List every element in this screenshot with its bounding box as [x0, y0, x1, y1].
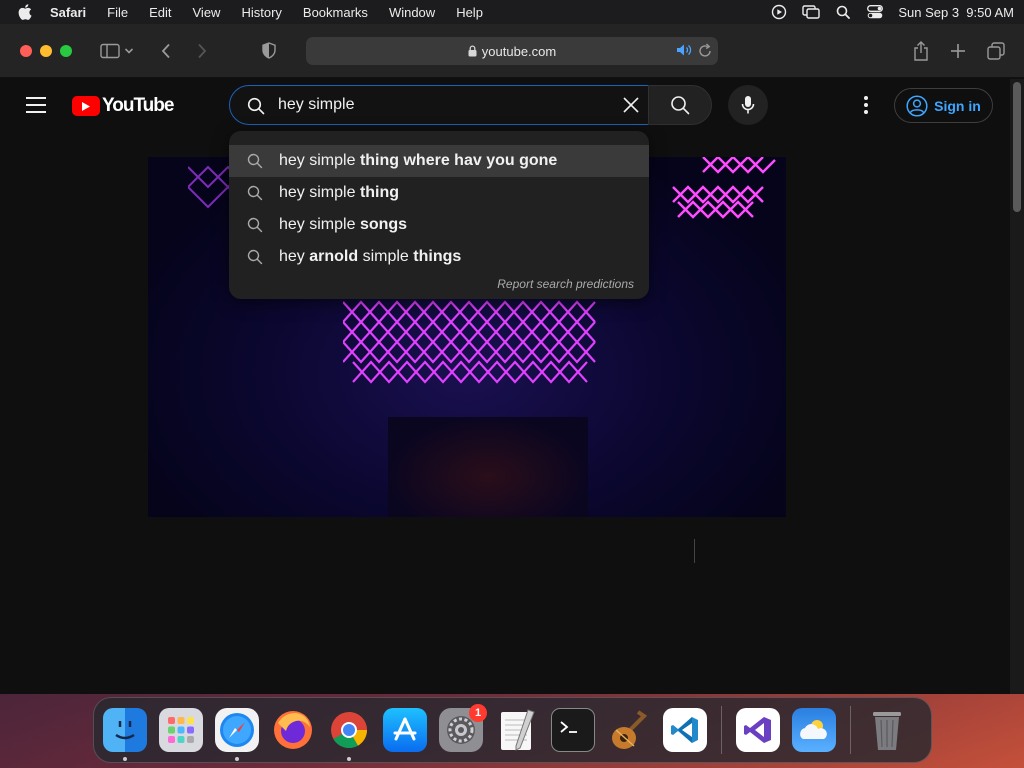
suggestion-item[interactable]: hey simple thing where hav you gone	[229, 145, 649, 177]
suggestion-prefix: hey simple	[279, 152, 356, 169]
dock-weather-icon[interactable]	[792, 708, 836, 752]
suggestion-middle: simple	[362, 248, 409, 265]
voice-search-button[interactable]	[728, 85, 768, 125]
new-tab-plus-icon[interactable]	[946, 39, 970, 63]
dock-trash-icon[interactable]	[865, 708, 909, 752]
menu-help[interactable]: Help	[456, 5, 483, 20]
window-controls	[20, 44, 72, 57]
menu-file[interactable]: File	[107, 5, 128, 20]
suggestion-item[interactable]: hey arnold simple things	[229, 241, 649, 273]
notification-badge: 1	[469, 704, 487, 722]
account-circle-icon	[906, 94, 928, 117]
search-button[interactable]	[648, 85, 712, 125]
suggestion-completion-rest: you gone	[486, 152, 558, 169]
suggestion-completion: arnold	[309, 248, 359, 265]
suggestion-completion: songs	[359, 216, 408, 233]
microphone-icon	[741, 95, 755, 115]
dock: 1	[93, 697, 932, 763]
dock-visual-studio-icon[interactable]	[736, 708, 780, 752]
suggestion-completion: thing	[359, 184, 400, 201]
forward-arrow-icon[interactable]	[190, 39, 214, 63]
suggestion-completion-end: things	[413, 248, 462, 265]
youtube-page: YouTube Sign in	[0, 79, 1010, 694]
share-icon[interactable]	[909, 39, 933, 63]
dock-terminal-icon[interactable]	[551, 708, 595, 752]
search-icon	[247, 217, 263, 233]
dock-safari-icon[interactable]	[215, 708, 259, 761]
chevron-down-icon[interactable]	[122, 39, 136, 63]
video-frame-floor	[388, 417, 588, 517]
minimize-window-button[interactable]	[40, 44, 52, 57]
menu-view[interactable]: View	[193, 5, 221, 20]
dock-textedit-icon[interactable]	[495, 708, 539, 752]
search-suggestions-dropdown: hey simple thing where hav you gone hey …	[229, 131, 649, 299]
menu-window[interactable]: Window	[389, 5, 435, 20]
search-icon	[247, 97, 265, 115]
hamburger-menu-icon[interactable]	[26, 97, 46, 113]
menu-app-safari[interactable]: Safari	[50, 5, 86, 20]
address-bar-url: youtube.com	[481, 43, 557, 59]
youtube-play-logo-icon	[72, 96, 100, 116]
more-options-icon[interactable]	[856, 94, 876, 116]
menu-edit[interactable]: Edit	[149, 5, 171, 20]
text-caret	[694, 539, 695, 563]
video-frame-neon-lattice	[343, 300, 596, 384]
sidebar-toggle-icon[interactable]	[98, 39, 122, 63]
dock-running-indicator	[347, 757, 351, 761]
apple-logo-icon[interactable]	[18, 4, 32, 20]
suggestion-item[interactable]: hey simple songs	[229, 209, 649, 241]
dock-chrome-icon[interactable]	[327, 708, 371, 761]
screen-mirroring-icon[interactable]	[802, 4, 821, 20]
report-search-predictions-link[interactable]: Report search predictions	[497, 277, 634, 291]
dock-vscode-icon[interactable]	[663, 708, 707, 752]
audio-playing-icon[interactable]	[676, 43, 692, 57]
back-arrow-icon[interactable]	[154, 39, 178, 63]
search-box[interactable]	[229, 85, 649, 125]
reload-icon[interactable]	[698, 43, 712, 58]
youtube-header: YouTube Sign in	[0, 79, 1010, 133]
dock-running-indicator	[123, 757, 127, 761]
spotlight-search-icon[interactable]	[834, 4, 852, 20]
clear-search-icon[interactable]	[620, 94, 642, 116]
search-input[interactable]	[278, 94, 598, 116]
menu-bar: Safari File Edit View History Bookmarks …	[0, 0, 1024, 24]
tab-overview-icon[interactable]	[984, 39, 1008, 63]
dock-separator	[850, 706, 851, 754]
address-bar[interactable]: youtube.com	[306, 37, 718, 65]
close-window-button[interactable]	[20, 44, 32, 57]
dock-separator	[721, 706, 722, 754]
safari-toolbar: youtube.com	[0, 24, 1024, 78]
menubar-clock[interactable]: Sun Sep 3 9:50 AM	[898, 5, 1014, 20]
dock-system-settings-icon[interactable]: 1	[439, 704, 487, 752]
dock-running-indicator	[235, 757, 239, 761]
suggestion-prefix: hey simple	[279, 184, 356, 201]
menu-bookmarks[interactable]: Bookmarks	[303, 5, 368, 20]
dock-finder-icon[interactable]	[103, 708, 147, 761]
search-icon	[247, 249, 263, 265]
privacy-shield-icon[interactable]	[257, 39, 281, 63]
lock-icon	[468, 45, 477, 57]
youtube-wordmark: YouTube	[102, 95, 174, 116]
control-center-icon[interactable]	[866, 4, 884, 20]
sign-in-label: Sign in	[934, 97, 981, 114]
suggestion-item[interactable]: hey simple thing	[229, 177, 649, 209]
video-frame-neon-right	[672, 157, 776, 219]
suggestion-completion: thing where hav	[359, 152, 482, 169]
dock-launchpad-icon[interactable]	[159, 708, 203, 752]
zoom-window-button[interactable]	[60, 44, 72, 57]
search-icon	[247, 185, 263, 201]
suggestion-prefix: hey	[279, 248, 305, 265]
dock-app-store-icon[interactable]	[383, 708, 427, 752]
youtube-logo[interactable]: YouTube	[72, 95, 174, 117]
sign-in-button[interactable]: Sign in	[894, 88, 993, 123]
search-icon	[247, 153, 263, 169]
suggestion-prefix: hey simple	[279, 216, 356, 233]
search-icon	[670, 95, 690, 115]
page-scrollbar[interactable]	[1010, 79, 1024, 694]
screen-record-icon[interactable]	[770, 4, 788, 20]
dock-instruments-icon[interactable]	[607, 708, 651, 752]
menu-history[interactable]: History	[241, 5, 281, 20]
scrollbar-thumb[interactable]	[1013, 82, 1021, 212]
dock-firefox-icon[interactable]	[271, 708, 315, 752]
